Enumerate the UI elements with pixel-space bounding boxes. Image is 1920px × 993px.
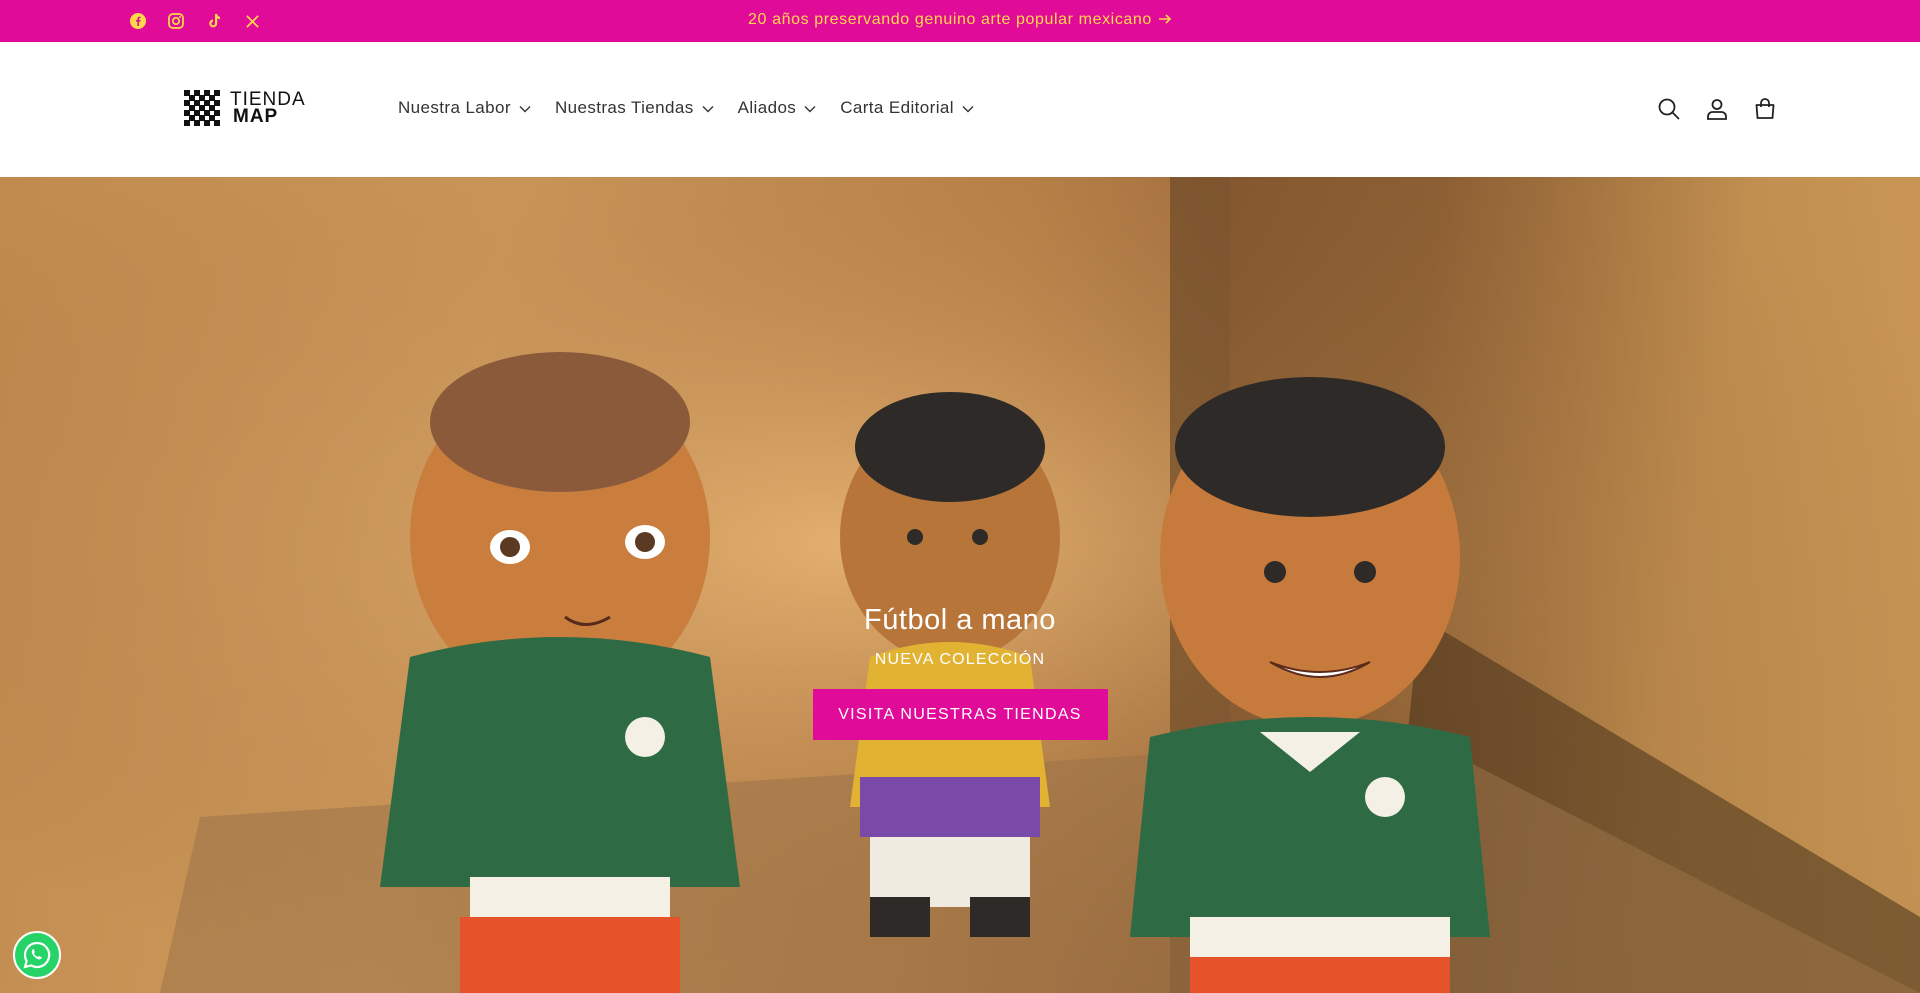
visit-stores-button[interactable]: VISITA NUESTRAS TIENDAS: [812, 689, 1108, 740]
main-nav: Nuestra Labor Nuestras Tiendas Aliados C…: [398, 98, 974, 118]
account-icon[interactable]: [1704, 96, 1730, 122]
logo-mark-icon: [184, 90, 220, 126]
arrow-right-icon: [1158, 12, 1172, 31]
whatsapp-icon[interactable]: [13, 931, 61, 979]
nav-item-nuestra-labor[interactable]: Nuestra Labor: [398, 98, 531, 118]
chevron-down-icon: [804, 106, 816, 113]
hero-banner: Fútbol a mano NUEVA COLECCIÓN VISITA NUE…: [0, 177, 1920, 993]
nav-item-label: Aliados: [737, 98, 797, 117]
nav-item-carta-editorial[interactable]: Carta Editorial: [840, 98, 974, 118]
site-header: TIENDA MAP Nuestra Labor Nuestras Tienda…: [0, 42, 1920, 177]
search-icon[interactable]: [1656, 96, 1682, 122]
announcement-text: 20 años preservando genuino arte popular…: [748, 11, 1152, 28]
chevron-down-icon: [519, 106, 531, 113]
announcement-link[interactable]: 20 años preservando genuino arte popular…: [0, 11, 1920, 31]
announcement-bar: 20 años preservando genuino arte popular…: [0, 0, 1920, 42]
nav-item-label: Carta Editorial: [840, 98, 954, 117]
nav-item-label: Nuestra Labor: [398, 98, 511, 117]
hero-background-image: [0, 177, 1920, 993]
cart-icon[interactable]: [1752, 96, 1778, 122]
nav-item-aliados[interactable]: Aliados: [738, 98, 817, 118]
header-icons: [1656, 96, 1778, 122]
chevron-down-icon: [702, 106, 714, 113]
hero-subtitle: NUEVA COLECCIÓN: [874, 651, 1046, 668]
hero-content: Fútbol a mano NUEVA COLECCIÓN VISITA NUE…: [0, 604, 1920, 740]
hero-title: Fútbol a mano: [864, 604, 1056, 636]
logo-line2: MAP: [233, 106, 279, 127]
logo-text: TIENDA MAP: [230, 90, 306, 127]
nav-item-label: Nuestras Tiendas: [554, 98, 694, 117]
logo[interactable]: TIENDA MAP: [184, 90, 306, 126]
chevron-down-icon: [962, 106, 974, 113]
nav-item-nuestras-tiendas[interactable]: Nuestras Tiendas: [555, 98, 714, 118]
